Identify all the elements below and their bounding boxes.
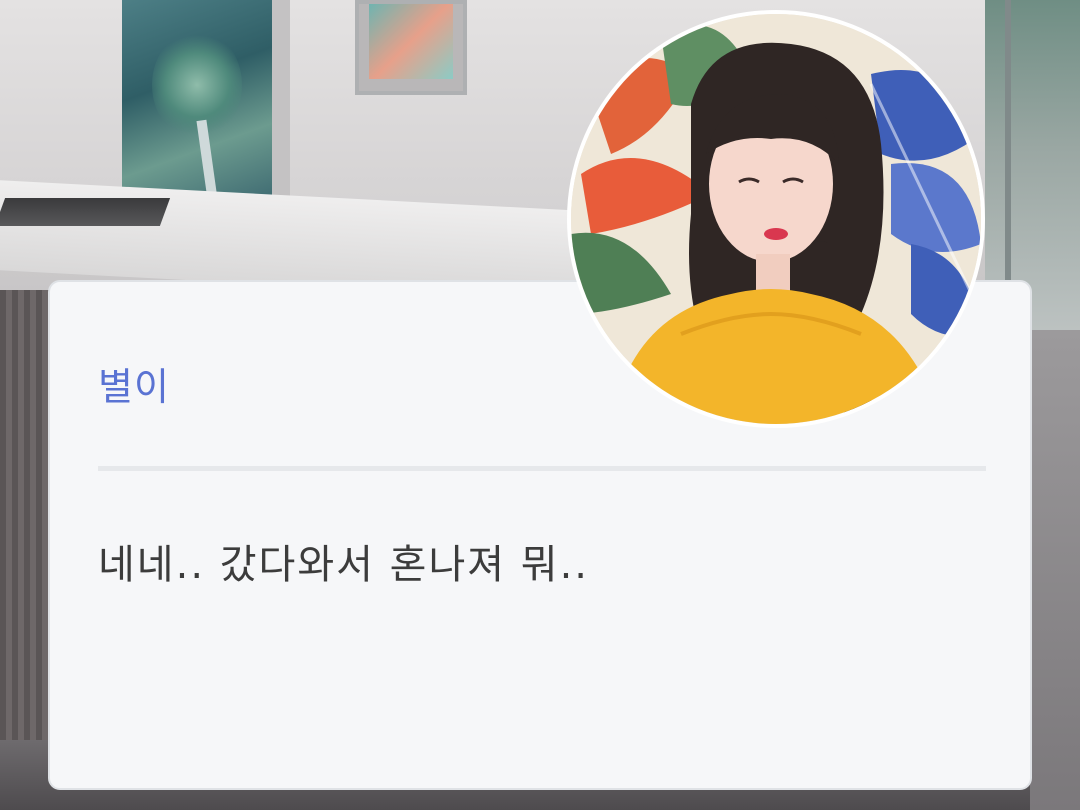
wall-picture-frame [355, 0, 467, 95]
game-scene: 별이 네네.. 갔다와서 혼나져 뭐.. [0, 0, 1080, 810]
kitchen-cabinet [0, 290, 50, 760]
background-right-floor [1030, 330, 1080, 810]
speaker-name: 별이 [98, 365, 170, 409]
background-window-left [122, 0, 272, 201]
character-avatar [567, 10, 985, 428]
character-portrait-icon [571, 14, 981, 424]
dialogue-divider [98, 466, 986, 471]
cooktop [0, 198, 171, 226]
dialogue-message: 네네.. 갔다와서 혼나져 뭐.. [98, 542, 590, 588]
